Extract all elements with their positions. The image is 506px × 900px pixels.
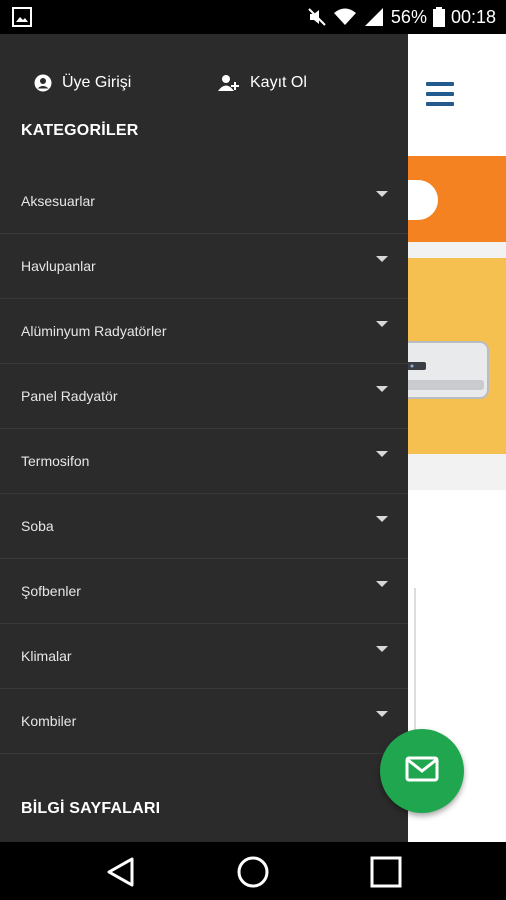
- category-label: Termosifon: [21, 453, 90, 469]
- chevron-down-icon[interactable]: [376, 581, 388, 587]
- category-item-termosifon[interactable]: Termosifon: [0, 429, 408, 494]
- navigation-drawer: Üye Girişi Kayıt Ol KATEGORİLER Aksesuar…: [0, 34, 408, 842]
- system-nav-bar: [0, 842, 506, 900]
- chevron-down-icon[interactable]: [376, 711, 388, 717]
- back-triangle-icon: [107, 857, 134, 887]
- category-item-kombiler[interactable]: Kombiler: [0, 689, 408, 754]
- image-icon: [12, 7, 32, 32]
- category-label: Klimalar: [21, 648, 72, 664]
- chevron-down-icon[interactable]: [376, 321, 388, 327]
- chevron-down-icon[interactable]: [376, 256, 388, 262]
- chevron-down-icon[interactable]: [376, 191, 388, 197]
- login-label: Üye Girişi: [62, 74, 132, 91]
- category-item-aksesuarlar[interactable]: Aksesuarlar: [0, 169, 408, 234]
- register-button[interactable]: Kayıt Ol: [218, 60, 307, 106]
- user-circle-icon: [34, 74, 52, 92]
- battery-percent: 56%: [390, 6, 427, 27]
- mute-icon: [307, 7, 327, 27]
- back-button[interactable]: [100, 852, 140, 892]
- chevron-down-icon[interactable]: [376, 516, 388, 522]
- category-item-aluminyum-radyatorler[interactable]: Alüminyum Radyatörler: [0, 299, 408, 364]
- recents-button[interactable]: [366, 852, 406, 892]
- wifi-icon: [333, 7, 357, 27]
- category-label: Kombiler: [21, 713, 77, 729]
- category-label: Şofbenler: [21, 583, 81, 599]
- chevron-down-icon[interactable]: [376, 451, 388, 457]
- category-label: Havlupanlar: [21, 258, 96, 274]
- home-button[interactable]: [233, 852, 273, 892]
- status-bar: 56% 00:18: [0, 0, 506, 34]
- scroll-indicator: [414, 588, 416, 748]
- category-item-klimalar[interactable]: Klimalar: [0, 624, 408, 689]
- chevron-down-icon[interactable]: [376, 386, 388, 392]
- category-item-sofbenler[interactable]: Şofbenler: [0, 559, 408, 624]
- categories-heading: KATEGORİLER: [21, 122, 139, 139]
- signal-icon: [363, 7, 385, 27]
- mail-icon: [405, 756, 439, 787]
- auth-row: Üye Girişi Kayıt Ol: [0, 60, 408, 106]
- home-circle-icon: [237, 856, 269, 888]
- category-item-panel-radyator[interactable]: Panel Radyatör: [0, 364, 408, 429]
- user-plus-icon: [218, 74, 240, 92]
- register-label: Kayıt Ol: [250, 74, 307, 91]
- message-fab-button[interactable]: [380, 729, 464, 813]
- category-label: Aksesuarlar: [21, 193, 95, 209]
- battery-icon: [432, 7, 445, 27]
- category-label: Soba: [21, 518, 54, 534]
- info-pages-heading: BİLGİ SAYFALARI: [21, 800, 161, 817]
- category-item-havlupanlar[interactable]: Havlupanlar: [0, 234, 408, 299]
- category-label: Alüminyum Radyatörler: [21, 323, 167, 339]
- hamburger-menu-icon[interactable]: [426, 82, 454, 106]
- recents-square-icon: [370, 856, 402, 888]
- chevron-down-icon[interactable]: [376, 646, 388, 652]
- clock: 00:18: [450, 6, 496, 27]
- category-label: Panel Radyatör: [21, 388, 118, 404]
- login-button[interactable]: Üye Girişi: [34, 60, 131, 106]
- category-item-soba[interactable]: Soba: [0, 494, 408, 559]
- category-list: Aksesuarlar Havlupanlar Alüminyum Radyat…: [0, 169, 408, 754]
